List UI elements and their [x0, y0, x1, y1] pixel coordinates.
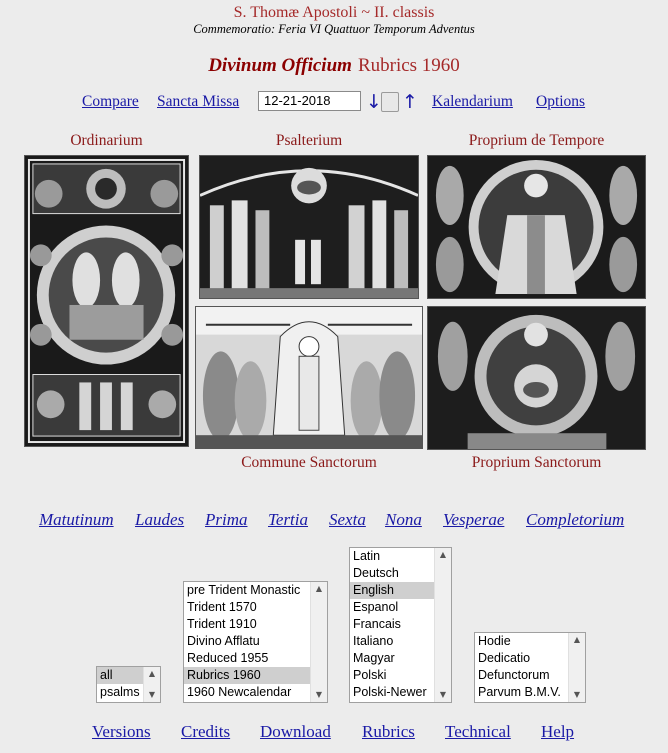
hour-link-prima[interactable]: Prima [205, 510, 248, 530]
version-option[interactable]: Divino Afflatu [184, 633, 327, 650]
scroll-up-icon[interactable]: ▲ [569, 633, 585, 647]
commune-sanctorum-label[interactable]: Commune Sanctorum [195, 454, 423, 472]
commemoratio-line: Commemoratio: Feria VI Quattuor Temporum… [193, 22, 475, 36]
date-input[interactable]: 12-21-2018 [258, 91, 361, 111]
kalendarium-link[interactable]: Kalendarium [432, 93, 513, 111]
download-link[interactable]: Download [260, 722, 331, 742]
scroll-down-icon[interactable]: ▼ [144, 688, 160, 702]
scroll-down-icon[interactable]: ▼ [435, 688, 451, 702]
version-option[interactable]: 1960 Newcalendar [184, 684, 327, 701]
proprium-sanctorum-engraving-image[interactable] [427, 306, 646, 450]
hour-link-completorium[interactable]: Completorium [526, 510, 624, 530]
officium-title: Divinum Officium [208, 55, 352, 76]
versions-link[interactable]: Versions [92, 722, 151, 742]
scope-select[interactable]: all psalms ▲ ▼ [96, 666, 161, 703]
ordinarium-engraving-image[interactable] [24, 155, 189, 447]
compare-link[interactable]: Compare [82, 93, 139, 111]
hour-link-nona[interactable]: Nona [385, 510, 422, 530]
proprium-sanctorum-label[interactable]: Proprium Sanctorum [427, 454, 646, 472]
scope-scrollbar[interactable]: ▲ ▼ [143, 667, 160, 702]
help-link[interactable]: Help [541, 722, 574, 742]
ordinarium-label[interactable]: Ordinarium [24, 132, 189, 150]
options-link[interactable]: Options [536, 93, 585, 111]
proprium-tempore-label[interactable]: Proprium de Tempore [427, 132, 646, 150]
scroll-up-icon[interactable]: ▲ [435, 548, 451, 562]
rubrics-label: Rubrics 1960 [357, 55, 460, 76]
version-option[interactable]: Trident 1910 [184, 616, 327, 633]
version-option-selected[interactable]: Rubrics 1960 [184, 667, 327, 684]
version-scrollbar[interactable]: ▲ ▼ [310, 582, 327, 702]
scroll-down-icon[interactable]: ▼ [569, 688, 585, 702]
next-day-arrow-icon[interactable]: ↑ [402, 91, 418, 113]
votive-scrollbar[interactable]: ▲ ▼ [568, 633, 585, 702]
sancta-missa-link[interactable]: Sancta Missa [157, 93, 239, 111]
proprium-tempore-engraving-image[interactable] [427, 155, 646, 299]
office-title: S. Thomæ Apostoli ~ II. classis [233, 4, 435, 21]
language-select[interactable]: Latin Deutsch English Espanol Francais I… [349, 547, 452, 703]
credits-link[interactable]: Credits [181, 722, 230, 742]
rubrics-link[interactable]: Rubrics [362, 722, 415, 742]
psalterium-label[interactable]: Psalterium [199, 132, 419, 150]
scroll-down-icon[interactable]: ▼ [311, 688, 327, 702]
psalterium-engraving-image[interactable] [199, 155, 419, 299]
scroll-up-icon[interactable]: ▲ [311, 582, 327, 596]
version-select[interactable]: pre Trident Monastic Trident 1570 Triden… [183, 581, 328, 703]
language-scrollbar[interactable]: ▲ ▼ [434, 548, 451, 702]
votive-select[interactable]: Hodie Dedicatio Defunctorum Parvum B.M.V… [474, 632, 586, 703]
hour-link-tertia[interactable]: Tertia [268, 510, 308, 530]
previous-day-arrow-icon[interactable]: ↓ [366, 91, 382, 113]
version-option[interactable]: pre Trident Monastic [184, 582, 327, 599]
hour-link-vesperae[interactable]: Vesperae [443, 510, 504, 530]
officium-heading: Divinum Officium Rubrics 1960 [0, 55, 668, 77]
hour-link-matutinum[interactable]: Matutinum [39, 510, 114, 530]
calendar-picker-button[interactable] [381, 92, 399, 112]
technical-link[interactable]: Technical [445, 722, 511, 742]
version-option[interactable]: Trident 1570 [184, 599, 327, 616]
scroll-up-icon[interactable]: ▲ [144, 667, 160, 681]
hour-link-laudes[interactable]: Laudes [135, 510, 184, 530]
version-option[interactable]: Reduced 1955 [184, 650, 327, 667]
commune-sanctorum-engraving-image[interactable] [195, 306, 423, 449]
hour-link-sexta[interactable]: Sexta [329, 510, 366, 530]
